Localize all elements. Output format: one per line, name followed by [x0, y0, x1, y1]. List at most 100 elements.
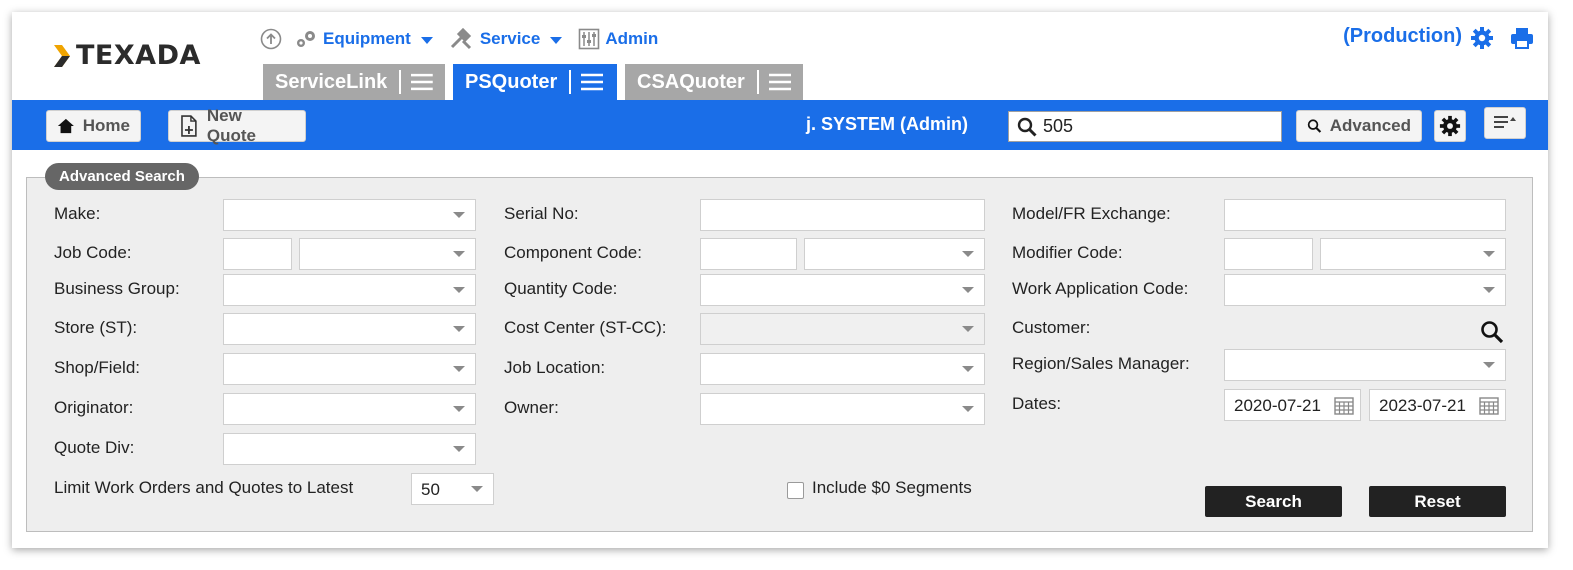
- main-toolbar: Home New Quote j. SYSTEM (Admin) Advanc: [12, 100, 1548, 150]
- model-fr-label: Model/FR Exchange:: [1012, 204, 1171, 223]
- date-from-value: 2020-07-21: [1234, 396, 1321, 415]
- owner-select[interactable]: [700, 393, 985, 425]
- job-location-label: Job Location:: [504, 358, 606, 377]
- customer-search-icon[interactable]: [1480, 320, 1504, 344]
- chevron-down-icon: [453, 366, 465, 372]
- include-zero-label: Include $0 Segments: [812, 478, 972, 497]
- tab-servicelink[interactable]: ServiceLink: [263, 64, 445, 100]
- collapse-panel-button[interactable]: [1484, 107, 1526, 139]
- chevron-down-icon: [453, 326, 465, 332]
- chevron-down-icon: [453, 406, 465, 412]
- search-button[interactable]: Search: [1205, 486, 1342, 517]
- quick-search-input[interactable]: [1043, 116, 1263, 137]
- toolbar-settings-button[interactable]: [1434, 110, 1466, 142]
- nav-equipment-label: Equipment: [323, 29, 411, 48]
- gear-icon: [1439, 115, 1461, 137]
- tab-csaquoter-label: CSAQuoter: [637, 70, 745, 93]
- region-sales-select[interactable]: [1224, 349, 1506, 381]
- top-nav: Equipment Service Admin: [260, 26, 674, 52]
- tab-divider: [399, 70, 402, 94]
- chevron-down-icon: [420, 36, 433, 44]
- app-tabs: ServiceLink PSQuoter CSAQuoter: [263, 64, 811, 100]
- current-user: j. SYSTEM (Admin): [806, 114, 968, 134]
- tab-servicelink-label: ServiceLink: [275, 70, 388, 93]
- chevron-down-icon: [962, 326, 974, 332]
- region-sales-label: Region/Sales Manager:: [1012, 354, 1190, 373]
- nav-admin-label: Admin: [605, 29, 659, 48]
- date-from-field[interactable]: 2020-07-21: [1224, 389, 1361, 421]
- quantity-code-select[interactable]: [700, 274, 985, 306]
- nav-service[interactable]: Service: [449, 28, 563, 50]
- cost-center-select[interactable]: [700, 313, 985, 345]
- nav-admin[interactable]: Admin: [578, 28, 658, 50]
- include-zero-checkbox[interactable]: [787, 482, 804, 499]
- sliders-icon: [579, 28, 600, 50]
- modifier-code-select[interactable]: [1320, 238, 1506, 270]
- chevron-down-icon: [453, 251, 465, 257]
- search-icon: [1017, 117, 1037, 137]
- chevron-down-icon: [1483, 287, 1495, 293]
- nav-equipment[interactable]: Equipment: [294, 28, 433, 50]
- new-quote-button[interactable]: New Quote: [168, 106, 306, 145]
- job-code-select[interactable]: [299, 238, 476, 270]
- new-document-icon: [181, 115, 197, 137]
- limit-select[interactable]: 50: [411, 473, 494, 505]
- chevron-down-icon: [962, 287, 974, 293]
- store-label: Store (ST):: [54, 318, 138, 337]
- print-icon[interactable]: [1510, 26, 1534, 50]
- chevron-down-icon: [453, 287, 465, 293]
- settings-gear-icon[interactable]: [1470, 26, 1494, 50]
- upload-circle-icon[interactable]: [260, 28, 282, 50]
- advanced-search-button[interactable]: Advanced: [1296, 110, 1422, 142]
- hamburger-menu-icon[interactable]: [768, 72, 791, 92]
- component-code-input[interactable]: [700, 238, 797, 270]
- serial-no-input[interactable]: [700, 199, 985, 231]
- home-icon: [57, 118, 74, 134]
- serial-no-label: Serial No:: [504, 204, 579, 223]
- calendar-icon[interactable]: [1479, 396, 1499, 416]
- store-select[interactable]: [223, 313, 476, 345]
- chevron-down-icon: [453, 212, 465, 218]
- business-group-label: Business Group:: [54, 279, 180, 298]
- hamburger-menu-icon[interactable]: [411, 72, 433, 92]
- tab-divider: [569, 70, 572, 94]
- chevron-down-icon: [453, 446, 465, 452]
- home-button-label: Home: [82, 116, 130, 135]
- job-code-input[interactable]: [223, 238, 292, 270]
- originator-select[interactable]: [223, 393, 476, 425]
- quote-div-label: Quote Div:: [54, 438, 135, 457]
- limit-label: Limit Work Orders and Quotes to Latest: [54, 478, 354, 497]
- component-code-select[interactable]: [804, 238, 985, 270]
- limit-value: 50: [421, 480, 440, 499]
- advanced-button-label: Advanced: [1329, 116, 1411, 135]
- model-fr-input[interactable]: [1224, 199, 1506, 231]
- chevron-down-icon: [471, 486, 483, 492]
- chevron-down-icon: [962, 406, 974, 412]
- customer-label: Customer:: [1012, 318, 1091, 337]
- make-label: Make:: [54, 204, 101, 223]
- quote-div-select[interactable]: [223, 433, 476, 465]
- shop-field-label: Shop/Field:: [54, 358, 140, 377]
- owner-label: Owner:: [504, 398, 559, 417]
- modifier-code-label: Modifier Code:: [1012, 243, 1123, 262]
- business-group-select[interactable]: [223, 274, 476, 306]
- texada-logo: TEXADA: [52, 40, 201, 71]
- hamburger-menu-icon[interactable]: [581, 72, 604, 92]
- job-location-select[interactable]: [700, 353, 985, 385]
- quantity-code-label: Quantity Code:: [504, 279, 618, 298]
- shop-field-select[interactable]: [223, 353, 476, 385]
- chevron-down-icon: [1483, 251, 1495, 257]
- make-select[interactable]: [223, 199, 476, 231]
- list-collapse-icon: [1494, 116, 1516, 128]
- modifier-code-input[interactable]: [1224, 238, 1313, 270]
- search-icon: [1307, 119, 1322, 133]
- nav-service-label: Service: [479, 29, 541, 48]
- tab-csaquoter[interactable]: CSAQuoter: [625, 64, 803, 100]
- home-button[interactable]: Home: [46, 110, 141, 142]
- date-to-field[interactable]: 2023-07-21: [1369, 389, 1506, 421]
- reset-button[interactable]: Reset: [1369, 486, 1506, 517]
- quick-search-box[interactable]: [1008, 111, 1282, 142]
- work-app-code-select[interactable]: [1224, 274, 1506, 306]
- tab-psquoter[interactable]: PSQuoter: [453, 64, 617, 100]
- calendar-icon[interactable]: [1334, 396, 1354, 416]
